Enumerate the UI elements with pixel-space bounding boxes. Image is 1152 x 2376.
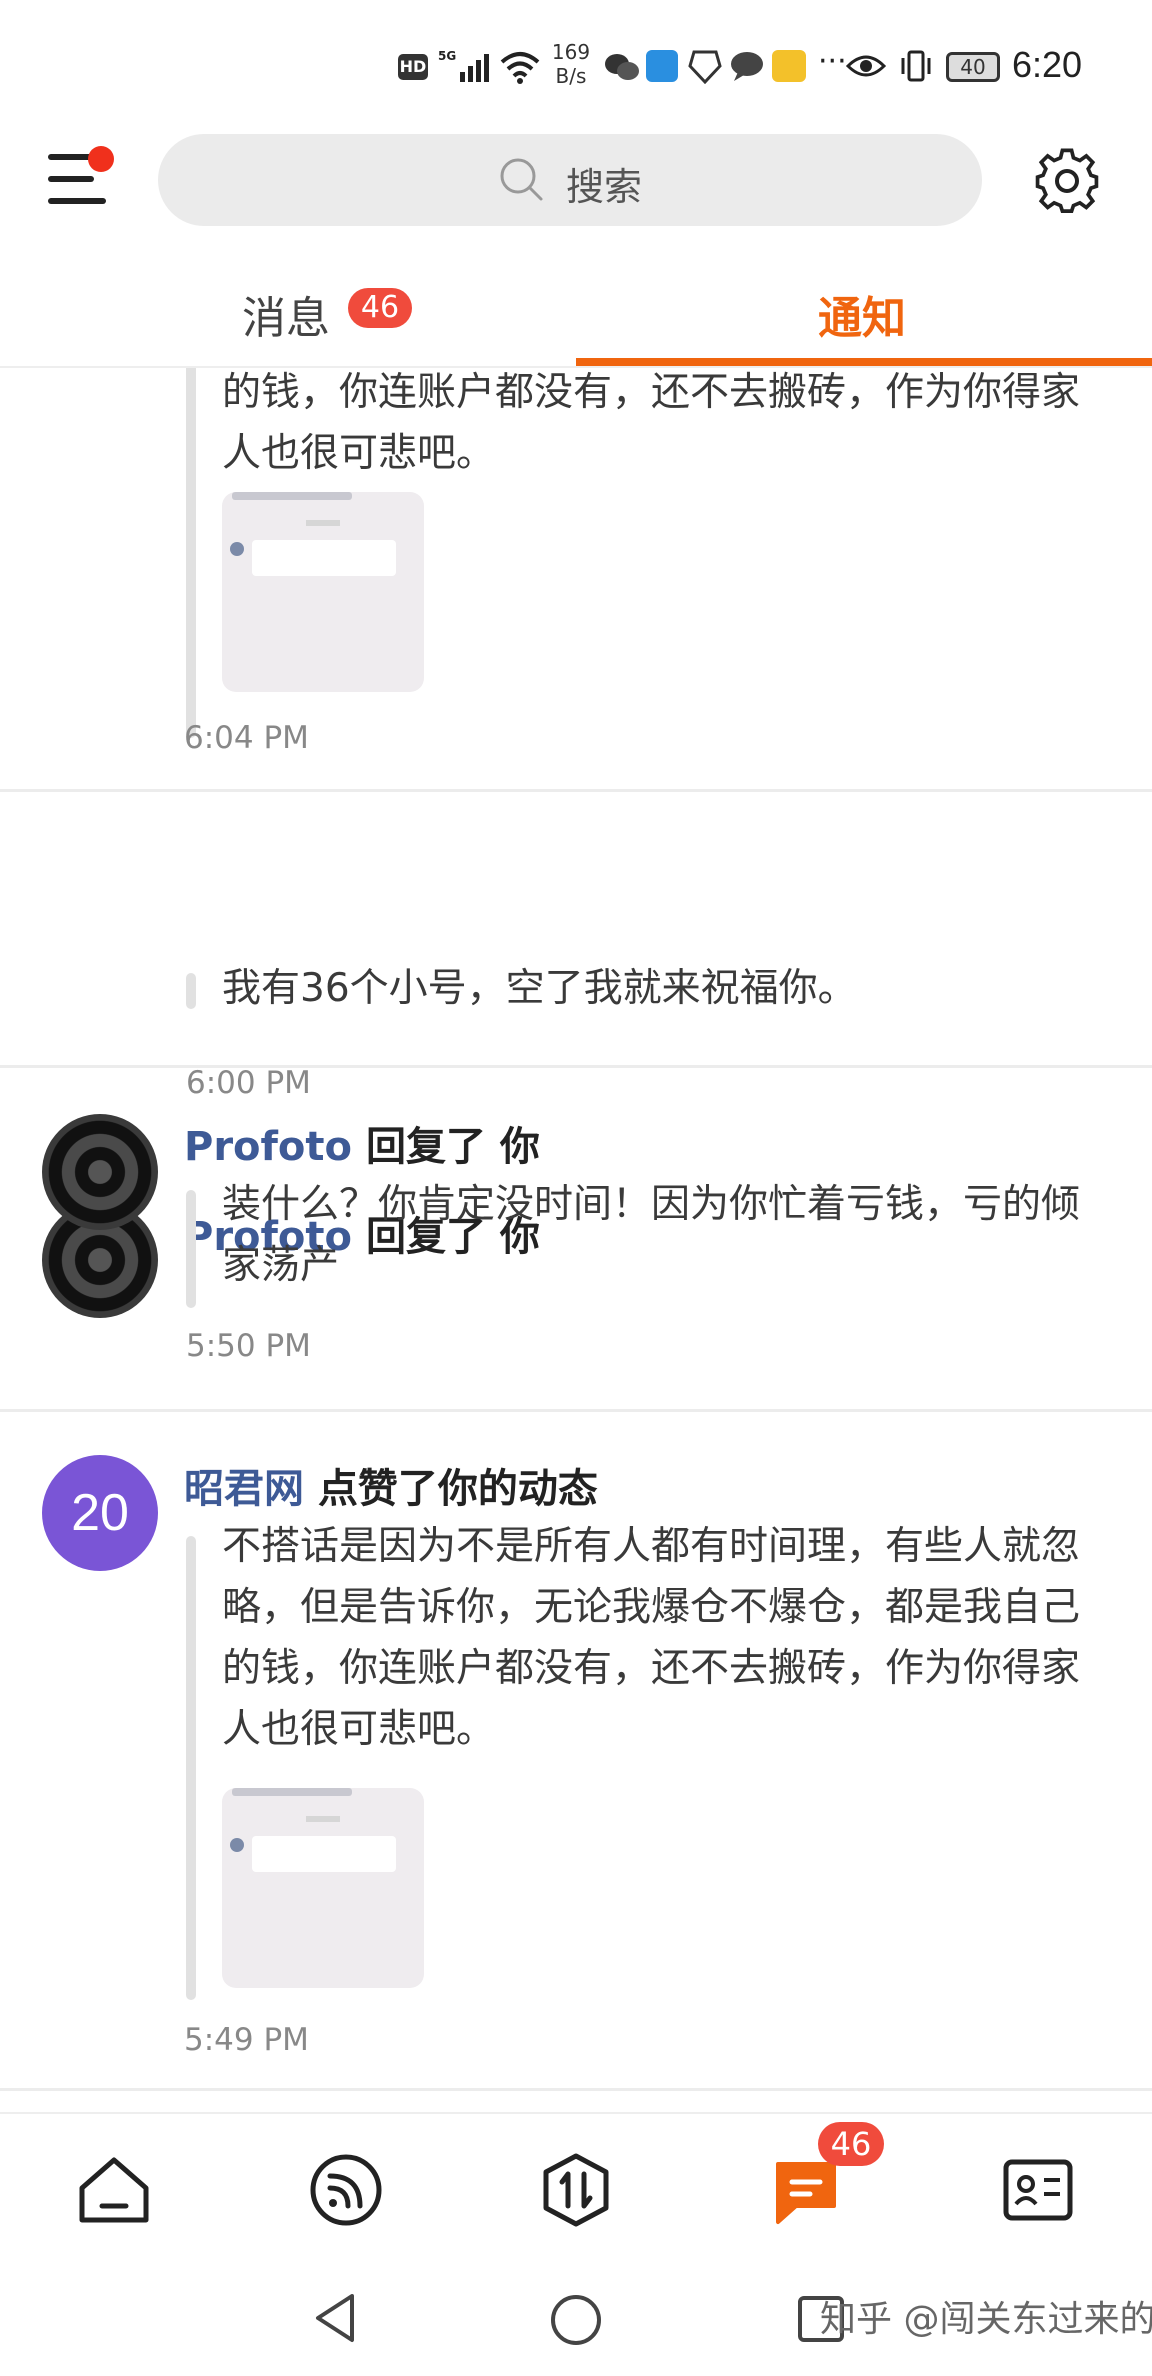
notification-quote: 的钱，你连账户都没有，还不去搬砖，作为你得家人也很可悲吧。 [222, 370, 1081, 476]
hand-app-icon [688, 50, 722, 84]
messages-nav-badge: 46 [818, 2122, 884, 2166]
attached-image-thumbnail[interactable] [222, 1788, 424, 1988]
svg-text:5G: 5G [438, 49, 456, 63]
hd-indicator: HD [398, 54, 428, 80]
quote-bar [186, 973, 196, 1009]
quote-bar [186, 1536, 196, 2000]
wifi-icon [500, 52, 540, 84]
item-divider [0, 2088, 1152, 2091]
mail-app-icon [772, 50, 806, 82]
notification-title: Profoto 回复了 你 [184, 1114, 540, 1172]
search-input[interactable]: 搜索 [158, 134, 982, 226]
profile-icon[interactable] [998, 2150, 1078, 2230]
search-icon [500, 158, 543, 201]
home-circle-icon[interactable] [548, 2292, 604, 2348]
tab-messages[interactable]: 消息 46 [0, 266, 576, 366]
gear-icon[interactable] [1034, 148, 1100, 214]
feed-icon[interactable] [306, 2150, 386, 2230]
quote-bar [186, 368, 196, 738]
menu-notification-dot [88, 146, 114, 172]
cellular-signal-icon: 5G [438, 49, 489, 82]
bottom-nav [0, 2112, 1152, 2262]
notification-quote: 不搭话是因为不是所有人都有时间理，有些人就忽略，但是告诉你，无论我爆仓不爆仓，都… [222, 1524, 1081, 1752]
item-divider [0, 1409, 1152, 1412]
notification-quote: 装什么？你肯定没时间！因为你忙着亏钱，亏的倾家荡产 [222, 1182, 1081, 1288]
notification-time: 5:50 PM [186, 1328, 311, 1364]
notification-title: 昭君网 点赞了你的动态 [184, 1456, 598, 1514]
weather-app-icon [646, 50, 678, 82]
search-placeholder: 搜索 [566, 165, 643, 209]
quote-bar [186, 1190, 196, 1308]
status-bar: HD 5G 169 B/s ··· 40 6:20 [0, 0, 1152, 120]
trade-icon[interactable] [536, 2150, 616, 2230]
tab-notifications[interactable]: 通知 [576, 266, 1152, 366]
notification-item[interactable]: 的钱，你连账户都没有，还不去搬砖，作为你得家人也很可悲吧。 6:04 PM [0, 368, 1152, 778]
watermark: 知乎 @闯关东过来的 [820, 2299, 1152, 2340]
menu-button[interactable] [44, 146, 114, 210]
notification-action: 回复了 你 [365, 1124, 540, 1170]
wechat-icon [605, 54, 639, 80]
notification-quote: 我有36个小号，空了我就来祝福你。 [222, 966, 857, 1011]
clock: 6:20 [1012, 44, 1083, 85]
battery-icon: 40 [946, 52, 1000, 82]
attached-image-thumbnail[interactable] [222, 492, 424, 692]
eye-comfort-icon [846, 55, 886, 77]
tab-notifications-label: 通知 [818, 293, 906, 344]
notification-time: 5:49 PM [184, 2022, 309, 2058]
messages-unread-badge: 46 [348, 288, 412, 328]
active-tab-indicator [576, 358, 1152, 366]
avatar[interactable]: 20 [42, 1455, 158, 1571]
item-divider [0, 1065, 1152, 1068]
notification-item[interactable]: Profoto 回复了 你 [0, 792, 1152, 1318]
avatar[interactable] [42, 1114, 158, 1230]
username-link[interactable]: Profoto [184, 1124, 352, 1170]
tab-messages-label: 消息 [242, 293, 330, 344]
network-speed: 169 B/s [551, 40, 591, 88]
notification-time: 6:04 PM [184, 720, 309, 756]
vibrate-icon [901, 50, 931, 82]
chat-bubble-icon [731, 52, 763, 81]
home-icon[interactable] [74, 2150, 154, 2230]
notification-action: 点赞了你的动态 [317, 1466, 598, 1512]
more-notifications-icon: ··· [818, 44, 847, 79]
notification-list[interactable]: 的钱，你连账户都没有，还不去搬砖，作为你得家人也很可悲吧。 6:04 PM Pr… [0, 368, 1152, 2112]
username-link[interactable]: 昭君网 [184, 1466, 304, 1512]
notification-time: 6:00 PM [186, 1065, 311, 1101]
back-icon[interactable] [310, 2290, 360, 2346]
